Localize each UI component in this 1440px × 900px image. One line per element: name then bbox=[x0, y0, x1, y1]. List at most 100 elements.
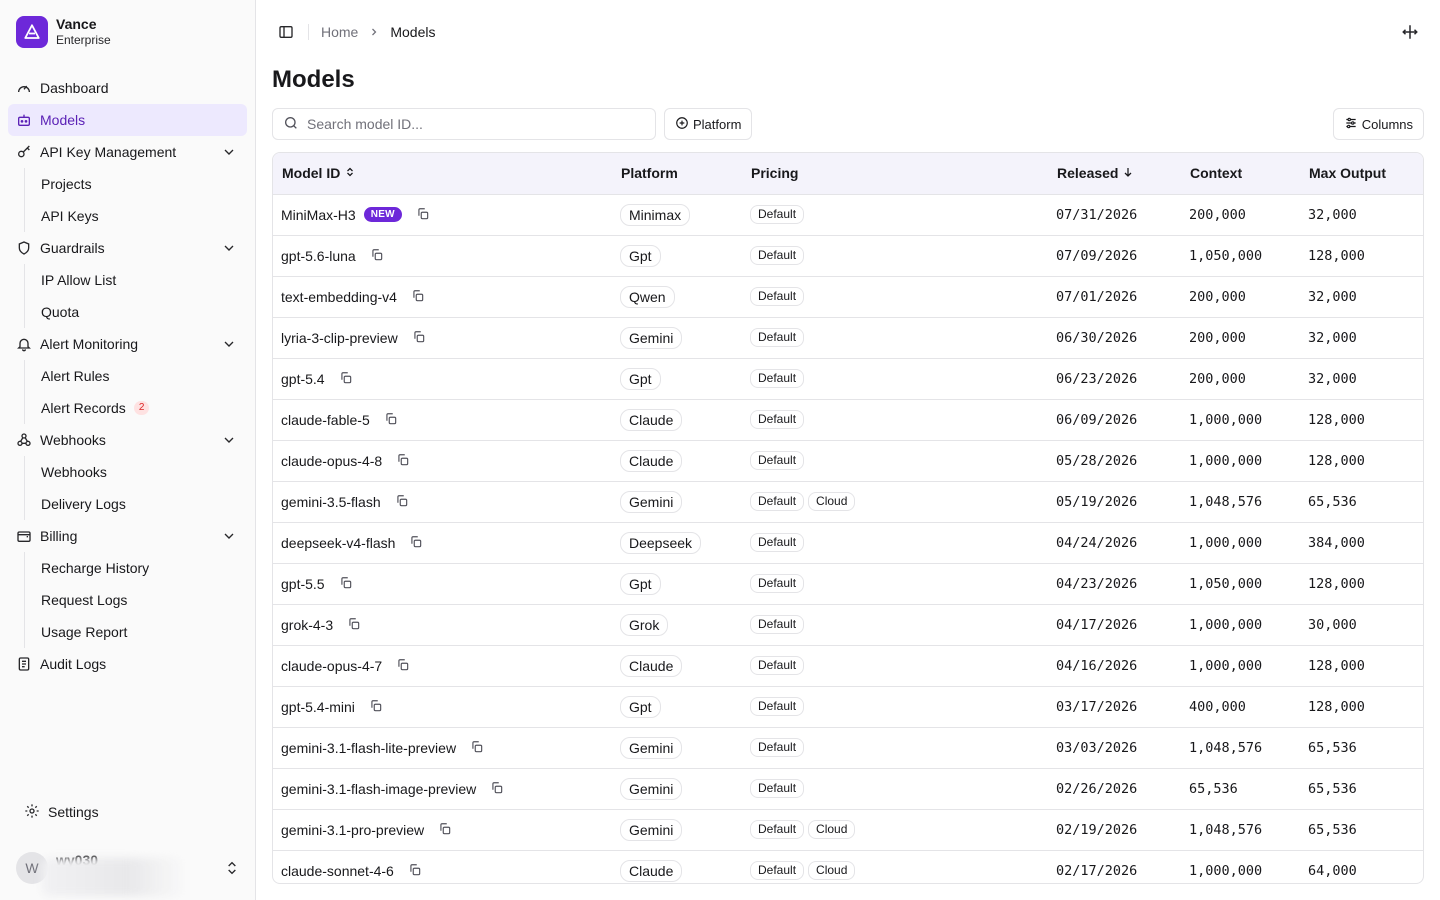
copy-icon[interactable] bbox=[396, 453, 412, 469]
sidebar-item-label: Settings bbox=[48, 804, 99, 820]
cell-platform: Gemini bbox=[612, 481, 742, 523]
copy-icon[interactable] bbox=[438, 822, 454, 838]
cell-platform: Deepseek bbox=[612, 522, 742, 564]
sidebar-item-ip-allow-list[interactable]: IP Allow List bbox=[25, 264, 247, 296]
sidebar-item-projects[interactable]: Projects bbox=[25, 168, 247, 200]
topbar: Home Models bbox=[272, 16, 1424, 48]
sidebar-item-dashboard[interactable]: Dashboard bbox=[8, 72, 247, 104]
search-box[interactable] bbox=[272, 108, 656, 140]
copy-icon[interactable] bbox=[412, 330, 428, 346]
copy-icon[interactable] bbox=[384, 412, 400, 428]
table-row[interactable]: gemini-3.1-flash-image-preview Gemini Defa… bbox=[273, 768, 1423, 810]
copy-icon[interactable] bbox=[470, 740, 486, 756]
pricing-badge: Default bbox=[750, 656, 805, 675]
platform-badge: Gpt bbox=[620, 572, 661, 595]
chevron-down-icon[interactable] bbox=[221, 240, 237, 256]
table-row[interactable]: gpt-5.5 Gpt Default 04/23/2026 1,050,000 128,… bbox=[273, 563, 1423, 605]
breadcrumb-home[interactable]: Home bbox=[321, 24, 358, 40]
columns-button[interactable]: Columns bbox=[1332, 108, 1424, 140]
cell-context: 1,000,000 bbox=[1181, 604, 1300, 646]
cell-released: 05/28/2026 bbox=[1048, 440, 1181, 482]
table-row[interactable]: claude-opus-4-8 Claude Default 05/28/2026 1,… bbox=[273, 440, 1423, 482]
table-row[interactable]: grok-4-3 Grok Default 04/17/2026 1,000,000 30… bbox=[273, 604, 1423, 646]
gear-icon bbox=[24, 803, 40, 822]
chevron-down-icon[interactable] bbox=[221, 528, 237, 544]
sidebar-item-usage-report[interactable]: Usage Report bbox=[25, 616, 247, 648]
chevron-down-icon[interactable] bbox=[221, 336, 237, 352]
table-row[interactable]: claude-opus-4-7 Claude Default 04/16/2026 1,… bbox=[273, 645, 1423, 687]
table-row[interactable]: gemini-3.1-pro-preview Gemini Default Cloud… bbox=[273, 809, 1423, 851]
cell-released: 04/23/2026 bbox=[1048, 563, 1181, 605]
cell-max-output: 384,000 bbox=[1300, 522, 1423, 564]
sidebar-item-api-keys[interactable]: API Keys bbox=[25, 200, 247, 232]
copy-icon[interactable] bbox=[416, 207, 432, 223]
model-id-text: claude-opus-4-7 bbox=[281, 657, 383, 674]
table-row[interactable]: text-embedding-v4 Qwen Default 07/01/2026 20… bbox=[273, 276, 1423, 318]
sidebar-item-alert-monitoring[interactable]: Alert Monitoring bbox=[8, 328, 247, 360]
table-row[interactable]: lyria-3-clip-preview Gemini Default 06/30/2… bbox=[273, 317, 1423, 359]
cell-released: 03/03/2026 bbox=[1048, 727, 1181, 769]
table-row[interactable]: claude-sonnet-4-6 Claude Default Cloud 02/17… bbox=[273, 850, 1423, 883]
cell-max-output: 128,000 bbox=[1300, 440, 1423, 482]
cell-pricing: Default Cloud bbox=[742, 481, 1048, 523]
chevron-down-icon[interactable] bbox=[221, 144, 237, 160]
column-label: Released bbox=[1057, 165, 1119, 182]
copy-icon[interactable] bbox=[409, 535, 425, 551]
table-row[interactable]: gemini-3.5-flash Gemini Default Cloud 05/19/… bbox=[273, 481, 1423, 523]
chevrons-up-down-icon[interactable] bbox=[224, 860, 240, 876]
cell-pricing: Default bbox=[742, 399, 1048, 441]
table-row[interactable]: gemini-3.1-flash-lite-preview Gemini Defau… bbox=[273, 727, 1423, 769]
sidebar-item-webhooks[interactable]: Webhooks bbox=[8, 424, 247, 456]
copy-icon[interactable] bbox=[396, 658, 412, 674]
brand[interactable]: Vance Enterprise bbox=[16, 16, 111, 48]
sidebar-item-label: Request Logs bbox=[41, 592, 128, 608]
column-released[interactable]: Released bbox=[1048, 153, 1181, 195]
sidebar-item-models[interactable]: Models bbox=[8, 104, 247, 136]
copy-icon[interactable] bbox=[395, 494, 411, 510]
copy-icon[interactable] bbox=[408, 863, 424, 879]
copy-icon[interactable] bbox=[339, 576, 355, 592]
sidebar-item-delivery-logs[interactable]: Delivery Logs bbox=[25, 488, 247, 520]
webhooks-submenu: Webhooks Delivery Logs bbox=[24, 456, 247, 520]
plus-circle-icon bbox=[675, 116, 689, 133]
sidebar-item-settings[interactable]: Settings bbox=[16, 796, 99, 828]
cell-context: 1,000,000 bbox=[1181, 645, 1300, 687]
sidebar-item-recharge-history[interactable]: Recharge History bbox=[25, 552, 247, 584]
search-input[interactable] bbox=[307, 116, 637, 132]
sidebar-item-request-logs[interactable]: Request Logs bbox=[25, 584, 247, 616]
sidebar-item-api-key-management[interactable]: API Key Management bbox=[8, 136, 247, 168]
chevron-down-icon[interactable] bbox=[221, 432, 237, 448]
sidebar-item-audit-logs[interactable]: Audit Logs bbox=[8, 648, 247, 680]
column-model-id[interactable]: Model ID bbox=[273, 153, 612, 195]
copy-icon[interactable] bbox=[490, 781, 506, 797]
table-row[interactable]: gpt-5.6-luna Gpt Default 07/09/2026 1,050,00… bbox=[273, 235, 1423, 277]
sidebar-item-guardrails[interactable]: Guardrails bbox=[8, 232, 247, 264]
copy-icon[interactable] bbox=[369, 699, 385, 715]
table-row[interactable]: deepseek-v4-flash Deepseek Default 04/24/20… bbox=[273, 522, 1423, 564]
table-row[interactable]: gpt-5.4-mini Gpt Default 03/17/2026 400,000 1… bbox=[273, 686, 1423, 728]
sidebar-nav: Dashboard Models API Key Management Proj… bbox=[8, 72, 247, 680]
copy-icon[interactable] bbox=[347, 617, 363, 633]
model-id-text: claude-sonnet-4-6 bbox=[281, 862, 394, 879]
table-row[interactable]: gpt-5.4 Gpt Default 06/23/2026 200,000 32,000 bbox=[273, 358, 1423, 400]
table-row[interactable]: MiniMax-H3 NEW Minimax Default 07/31/2026 200… bbox=[273, 194, 1423, 236]
cell-released: 02/19/2026 bbox=[1048, 809, 1181, 851]
sidebar-item-billing[interactable]: Billing bbox=[8, 520, 247, 552]
sidebar-toggle-icon[interactable] bbox=[272, 18, 300, 46]
sidebar-item-label: Dashboard bbox=[40, 80, 109, 96]
table-row[interactable]: claude-fable-5 Claude Default 06/09/2026 1,0… bbox=[273, 399, 1423, 441]
copy-icon[interactable] bbox=[411, 289, 427, 305]
copy-icon[interactable] bbox=[370, 248, 386, 264]
expand-icon[interactable] bbox=[1396, 18, 1424, 46]
cell-context: 1,000,000 bbox=[1181, 440, 1300, 482]
sidebar-item-alert-records[interactable]: Alert Records 2 bbox=[25, 392, 247, 424]
copy-icon[interactable] bbox=[339, 371, 355, 387]
sidebar-item-quota[interactable]: Quota bbox=[25, 296, 247, 328]
platform-badge: Claude bbox=[620, 654, 683, 677]
sidebar-item-alert-rules[interactable]: Alert Rules bbox=[25, 360, 247, 392]
user-menu[interactable]: W wy030 bbox=[16, 852, 240, 896]
cell-released: 07/31/2026 bbox=[1048, 194, 1181, 236]
sidebar-item-webhooks-list[interactable]: Webhooks bbox=[25, 456, 247, 488]
platform-filter-button[interactable]: Platform bbox=[664, 108, 753, 140]
brand-name: Vance bbox=[56, 16, 97, 32]
